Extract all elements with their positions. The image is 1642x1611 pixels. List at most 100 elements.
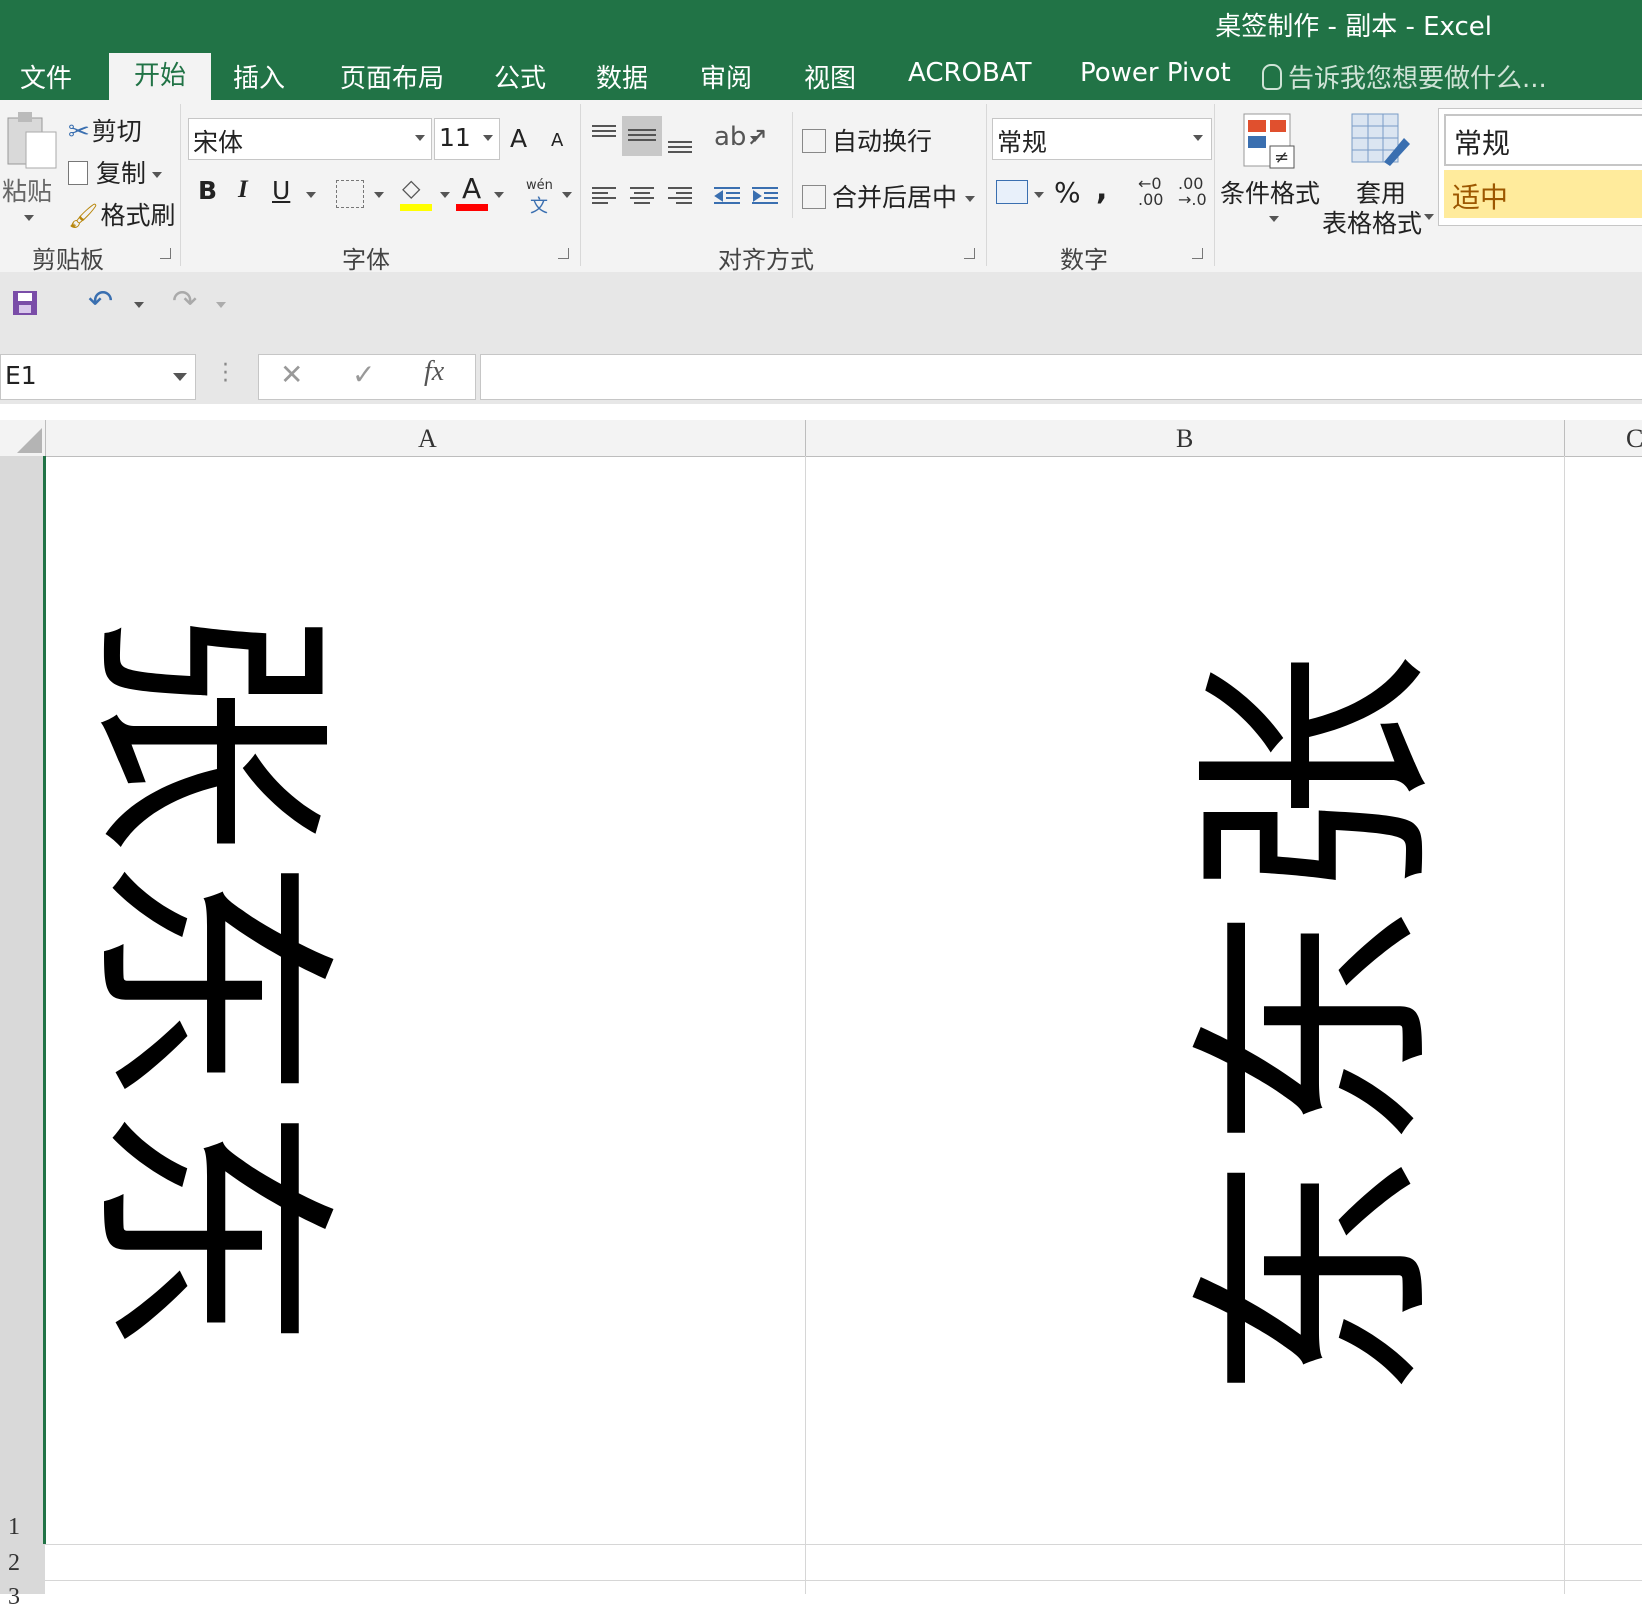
align-left-icon[interactable] [590,184,618,212]
phonetic-bottom[interactable]: 文 [530,192,548,218]
number-format-box[interactable]: 常规 [992,118,1212,160]
undo-icon[interactable]: ↶ [88,284,113,319]
shrink-font-button[interactable]: A [551,130,563,151]
font-color-button[interactable]: A [462,172,481,205]
merge-caret[interactable] [965,196,976,202]
font-size-box[interactable]: 11 [434,118,500,160]
column-header-a[interactable]: A [418,424,437,454]
font-color-swatch [456,204,488,211]
row-header-3[interactable]: 3 [8,1584,20,1611]
redo-icon[interactable]: ↷ [172,284,197,319]
copy-button[interactable]: 复制 [68,154,163,190]
cancel-icon[interactable]: ✕ [280,358,303,391]
formula-bar-grip-icon[interactable]: · · · [222,355,229,393]
tab-review[interactable]: 审阅 [700,58,752,95]
bold-button[interactable]: B [198,176,217,205]
cut-button[interactable]: ✂剪切 [68,112,142,148]
tab-data[interactable]: 数据 [596,58,648,95]
save-icon[interactable] [12,290,38,320]
tell-me-box[interactable]: 告诉我您想要做什么... [1262,58,1547,95]
conditional-formatting-label[interactable]: 条件格式 [1220,174,1320,210]
alignment-launcher-icon[interactable] [964,248,975,259]
fill-color-swatch [400,204,432,211]
increase-decimal-button[interactable]: ←0.00 [1138,176,1163,208]
accounting-caret[interactable] [1034,192,1044,198]
grid-line [1564,456,1565,1594]
style-neutral[interactable]: 适中 [1444,170,1642,218]
align-middle-icon[interactable] [622,116,662,156]
tab-page-layout[interactable]: 页面布局 [340,58,444,95]
tab-file[interactable]: 文件 [20,58,72,95]
redo-caret[interactable] [216,302,226,308]
quick-access-toolbar [0,272,1642,348]
orientation-caret[interactable] [750,136,760,142]
fill-color-caret[interactable] [440,192,450,198]
borders-icon[interactable] [336,180,364,208]
format-as-table-label-2[interactable]: 表格格式 [1322,204,1422,240]
row-header-1[interactable]: 1 [8,1514,20,1541]
tab-view[interactable]: 视图 [804,58,856,95]
tab-formulas[interactable]: 公式 [494,58,546,95]
accounting-format-icon[interactable] [996,180,1028,204]
font-size-caret[interactable] [483,135,493,141]
wrap-text-button[interactable]: 自动换行 [802,122,932,158]
undo-caret[interactable] [134,302,144,308]
copy-icon [68,161,88,185]
italic-button[interactable]: I [238,176,248,204]
font-name-value: 宋体 [193,128,244,157]
percent-button[interactable]: % [1054,176,1081,209]
enter-icon[interactable]: ✓ [352,358,375,391]
column-header-c[interactable]: C [1626,424,1642,454]
font-size-value: 11 [439,123,471,152]
insert-function-icon[interactable]: fx [424,356,444,388]
style-normal[interactable]: 常规 [1444,114,1642,166]
grow-font-button[interactable]: A [510,124,527,153]
row-header-2[interactable]: 2 [8,1550,20,1577]
decrease-indent-icon[interactable] [712,184,742,212]
name-box[interactable]: E1 [0,354,196,400]
align-bottom-icon[interactable] [666,132,694,160]
increase-indent-icon[interactable] [750,184,780,212]
tell-me-text: 告诉我您想要做什么... [1288,64,1547,94]
tab-home[interactable]: 开始 [109,53,211,101]
clipboard-launcher-icon[interactable] [160,248,171,259]
tab-insert[interactable]: 插入 [233,58,285,95]
fill-color-icon[interactable]: ◇ [402,174,420,202]
grid-line [45,1544,1642,1545]
font-color-caret[interactable] [494,192,504,198]
name-box-caret[interactable] [173,373,187,381]
conditional-formatting-caret[interactable] [1269,216,1279,222]
underline-button[interactable]: U [272,176,290,205]
paste-button[interactable] [4,110,58,170]
align-center-icon[interactable] [628,184,656,212]
paste-dropdown-caret[interactable] [24,215,34,221]
font-name-box[interactable]: 宋体 [188,118,432,160]
font-name-caret[interactable] [415,135,425,141]
number-format-caret[interactable] [1193,135,1203,141]
phonetic-top[interactable]: wén [526,178,553,193]
tab-power-pivot[interactable]: Power Pivot [1080,58,1231,88]
formula-input[interactable] [480,354,1642,400]
decrease-decimal-button[interactable]: .00 →.0 [1178,176,1207,208]
align-top-icon[interactable] [590,122,618,150]
group-divider [180,104,181,266]
comma-button[interactable]: , [1096,172,1107,207]
copy-dropdown-caret[interactable] [152,172,163,178]
tab-acrobat[interactable]: ACROBAT [908,58,1032,88]
paste-label: 粘贴 [2,177,53,206]
orientation-icon[interactable]: ab↗ [714,122,768,152]
format-as-table-caret[interactable] [1424,214,1434,220]
format-as-table-icon[interactable] [1348,110,1412,174]
font-launcher-icon[interactable] [558,248,569,259]
column-header-b[interactable]: B [1176,424,1193,454]
column-header-bar [0,420,1642,457]
conditional-formatting-icon[interactable]: ≠ [1240,110,1298,174]
merge-center-button[interactable]: 合并后居中 [802,178,976,214]
align-right-icon[interactable] [666,184,694,212]
borders-caret[interactable] [374,192,384,198]
format-painter-button[interactable]: 🖌格式刷 [68,196,175,232]
underline-caret[interactable] [306,192,316,198]
phonetic-caret[interactable] [562,192,572,198]
select-all-button[interactable] [0,420,46,456]
number-launcher-icon[interactable] [1192,248,1203,259]
